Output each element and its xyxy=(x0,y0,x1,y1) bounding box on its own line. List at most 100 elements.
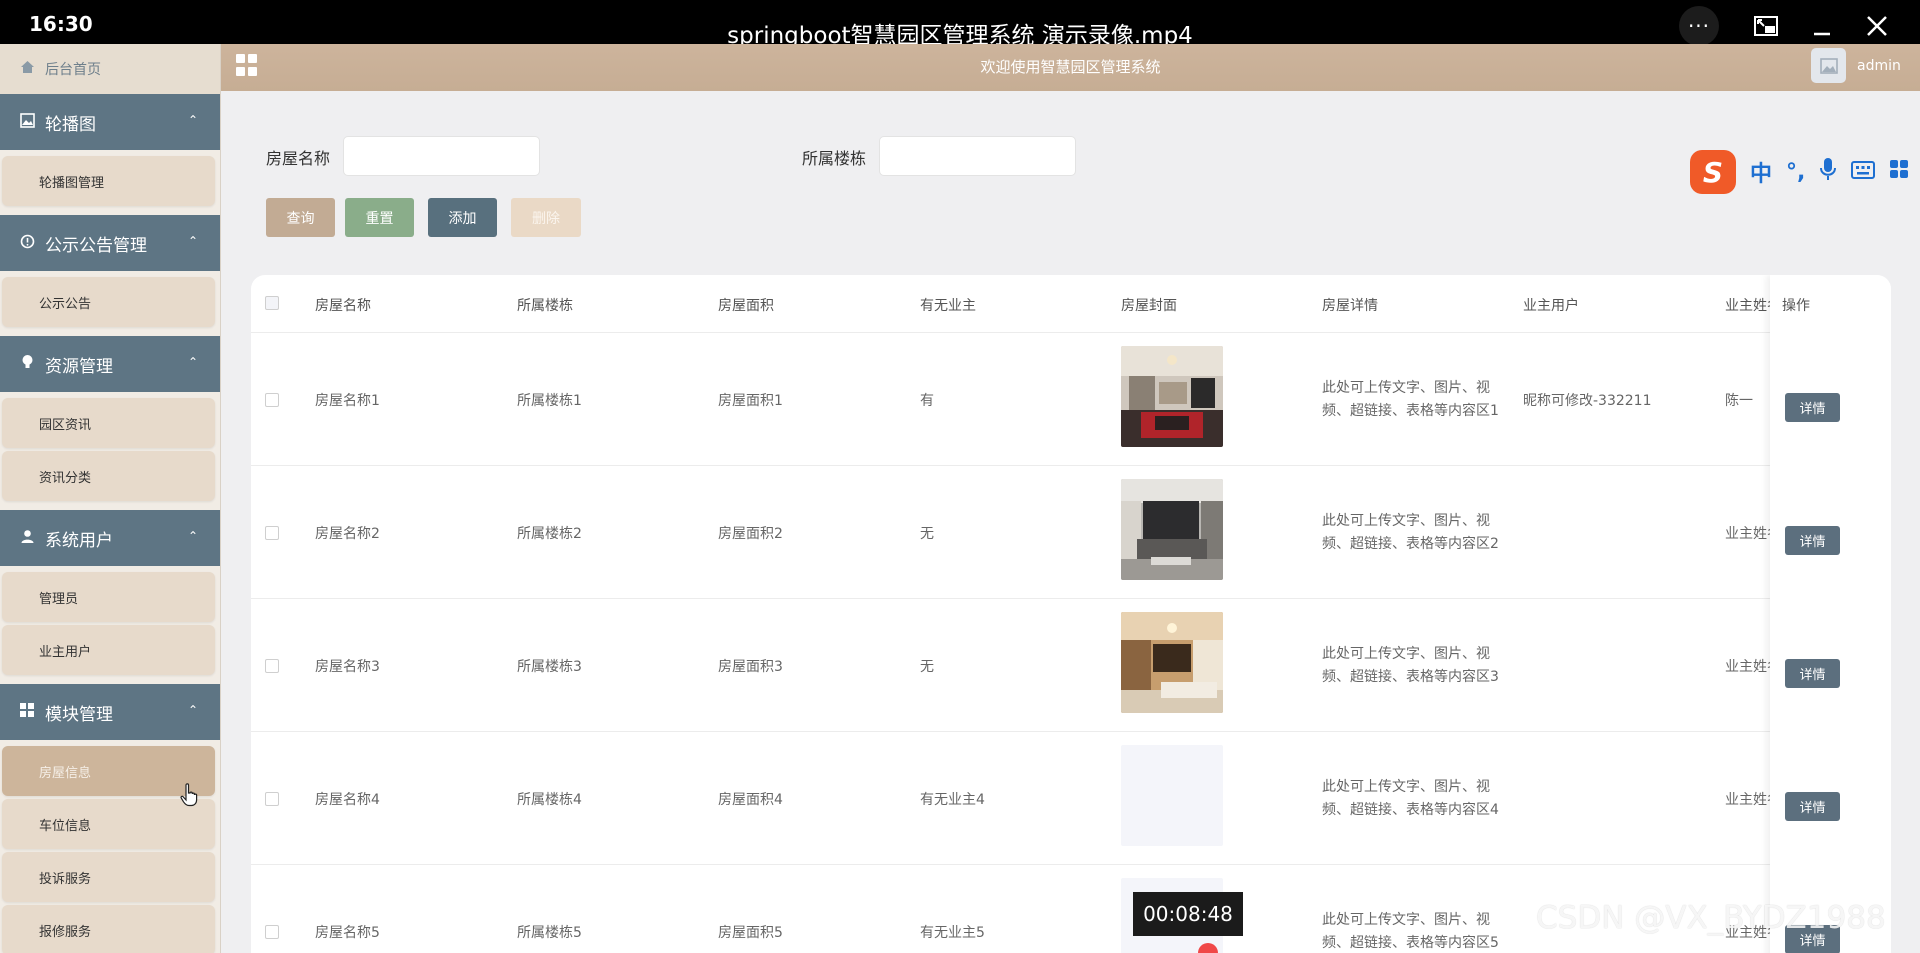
ime-toolbox-icon[interactable] xyxy=(1889,159,1909,185)
ime-chinese-mode[interactable]: 中 xyxy=(1750,156,1772,188)
detail-button[interactable]: 详情 xyxy=(1785,393,1840,422)
sidebar-item-news-category[interactable]: 资讯分类 xyxy=(2,451,215,501)
building-input[interactable] xyxy=(879,136,1076,176)
close-icon[interactable] xyxy=(1857,6,1897,46)
home-icon xyxy=(20,60,35,78)
table-row: 房屋名称4 所属楼栋4 房屋面积4 有无业主4 此处可上传文字、图片、视 频、超… xyxy=(251,732,1891,865)
query-button[interactable]: 查询 xyxy=(266,198,335,237)
page-title: 欢迎使用智慧园区管理系统 xyxy=(980,58,1161,76)
video-player-titlebar: 16:30 springboot智慧园区管理系统 演示录像.mp4 ··· xyxy=(0,0,1920,49)
cell-owner-name: 业主姓名2 xyxy=(1725,526,1770,542)
house-cover-image[interactable] xyxy=(1121,346,1223,447)
delete-button[interactable]: 删除 xyxy=(511,198,581,237)
cell-detail: 此处可上传文字、图片、视 频、超链接、表格等内容区3 xyxy=(1322,643,1502,689)
row-checkbox[interactable] xyxy=(265,925,279,939)
cell-owner-name: 业主姓名3 xyxy=(1725,659,1770,675)
cell-owner-name: 业主姓名4 xyxy=(1725,792,1770,808)
col-building: 所属楼栋 xyxy=(517,298,573,314)
sidebar-item-home[interactable]: 后台首页 xyxy=(0,44,220,94)
sidebar-item-owner-users[interactable]: 业主用户 xyxy=(2,625,215,675)
chevron-up-icon: ⌃ xyxy=(187,234,198,248)
cell-detail: 此处可上传文字、图片、视 频、超链接、表格等内容区5 xyxy=(1322,909,1502,953)
sidebar: 后台首页 轮播图 ⌃ 轮播图管理 公示公告管理 ⌃ 公示公告 资源管理 ⌃ 园区… xyxy=(0,44,221,953)
sidebar-item-carousel-manage[interactable]: 轮播图管理 xyxy=(2,156,215,206)
cell-building: 所属楼栋2 xyxy=(517,526,582,542)
cell-house-name: 房屋名称2 xyxy=(315,526,380,542)
app-window: 后台首页 轮播图 ⌃ 轮播图管理 公示公告管理 ⌃ 公示公告 资源管理 ⌃ 园区… xyxy=(0,44,1920,953)
detail-line: 此处可上传文字、图片、视 xyxy=(1322,513,1490,529)
search-label-house-name: 房屋名称 xyxy=(266,149,331,168)
col-owner-user: 业主用户 xyxy=(1523,298,1579,314)
row-checkbox[interactable] xyxy=(265,393,279,407)
row-checkbox[interactable] xyxy=(265,792,279,806)
cell-house-name: 房屋名称3 xyxy=(315,659,380,675)
sidebar-item-repair[interactable]: 报修服务 xyxy=(2,905,215,953)
cell-house-name: 房屋名称5 xyxy=(315,925,380,941)
sidebar-group-modules[interactable]: 模块管理 ⌃ xyxy=(0,684,220,740)
detail-button[interactable]: 详情 xyxy=(1785,659,1840,688)
sogou-logo-icon[interactable]: S xyxy=(1690,150,1736,194)
sidebar-item-admin[interactable]: 管理员 xyxy=(2,572,215,622)
col-owner-name: 业主姓名 xyxy=(1725,298,1770,314)
sidebar-group-system-users[interactable]: 系统用户 ⌃ xyxy=(0,510,220,566)
operations-column xyxy=(1770,275,1891,953)
sidebar-group-notice[interactable]: 公示公告管理 ⌃ xyxy=(0,215,220,271)
avatar[interactable] xyxy=(1811,48,1846,83)
sidebar-item-park-news[interactable]: 园区资讯 xyxy=(2,398,215,448)
cell-has-owner: 有 xyxy=(920,393,934,409)
sidebar-item-notice[interactable]: 公示公告 xyxy=(2,277,215,327)
ime-punctuation[interactable]: °, xyxy=(1786,160,1805,185)
cell-building: 所属楼栋5 xyxy=(517,925,582,941)
detail-button[interactable]: 详情 xyxy=(1785,526,1840,555)
sidebar-item-label: 房屋信息 xyxy=(39,765,92,781)
sidebar-group-resources[interactable]: 资源管理 ⌃ xyxy=(0,336,220,392)
house-cover-image[interactable] xyxy=(1121,612,1223,713)
cell-detail: 此处可上传文字、图片、视 频、超链接、表格等内容区1 xyxy=(1322,377,1502,423)
col-has-owner: 有无业主 xyxy=(920,298,976,314)
detail-line: 频、超链接、表格等内容区5 xyxy=(1322,935,1499,951)
info-circle-icon xyxy=(18,234,36,253)
cell-has-owner: 无 xyxy=(920,526,934,542)
cell-has-owner: 无 xyxy=(920,659,934,675)
sidebar-item-label: 管理员 xyxy=(39,591,79,607)
cell-building: 所属楼栋4 xyxy=(517,792,582,808)
detail-line: 频、超链接、表格等内容区3 xyxy=(1322,669,1499,685)
col-operations: 操作 xyxy=(1782,298,1810,314)
cell-building: 所属楼栋1 xyxy=(517,393,582,409)
microphone-icon[interactable] xyxy=(1819,157,1837,187)
sidebar-group-carousel[interactable]: 轮播图 ⌃ xyxy=(0,94,220,150)
reset-button[interactable]: 重置 xyxy=(345,198,414,237)
house-cover-image[interactable] xyxy=(1121,745,1223,846)
minimize-icon[interactable] xyxy=(1802,6,1842,46)
detail-line: 频、超链接、表格等内容区1 xyxy=(1322,403,1499,419)
detail-button[interactable]: 详情 xyxy=(1785,792,1840,821)
house-cover-image[interactable] xyxy=(1121,479,1223,580)
image-icon xyxy=(18,112,36,132)
cell-area: 房屋面积2 xyxy=(718,526,783,542)
row-checkbox[interactable] xyxy=(265,659,279,673)
cell-area: 房屋面积4 xyxy=(718,792,783,808)
username[interactable]: admin xyxy=(1857,58,1901,74)
hand-cursor-icon xyxy=(180,783,198,813)
user-icon xyxy=(18,529,36,548)
keyboard-icon[interactable] xyxy=(1851,160,1876,185)
col-area: 房屋面积 xyxy=(718,298,774,314)
sidebar-group-label: 轮播图 xyxy=(45,114,96,135)
video-timestamp: 00:08:48 xyxy=(1133,892,1243,936)
search-label-building: 所属楼栋 xyxy=(802,149,867,168)
chevron-up-icon: ⌃ xyxy=(187,113,198,127)
sidebar-item-label: 公示公告 xyxy=(39,296,92,312)
add-button[interactable]: 添加 xyxy=(428,198,497,237)
col-cover: 房屋封面 xyxy=(1121,298,1177,314)
cell-area: 房屋面积1 xyxy=(718,393,783,409)
sidebar-item-label: 轮播图管理 xyxy=(39,175,105,191)
cell-owner-name: 陈一 xyxy=(1725,393,1753,409)
table-row: 房屋名称3 所属楼栋3 房屋面积3 无 此处可上传文字、图片、视 频、超链接、表… xyxy=(251,599,1891,732)
more-icon[interactable]: ··· xyxy=(1679,6,1719,46)
house-name-input[interactable] xyxy=(343,136,540,176)
picture-in-picture-icon[interactable] xyxy=(1746,6,1786,46)
row-checkbox[interactable] xyxy=(265,526,279,540)
select-all-checkbox[interactable] xyxy=(265,296,279,310)
sidebar-item-complaint[interactable]: 投诉服务 xyxy=(2,852,215,902)
sidebar-item-label: 投诉服务 xyxy=(39,871,92,887)
